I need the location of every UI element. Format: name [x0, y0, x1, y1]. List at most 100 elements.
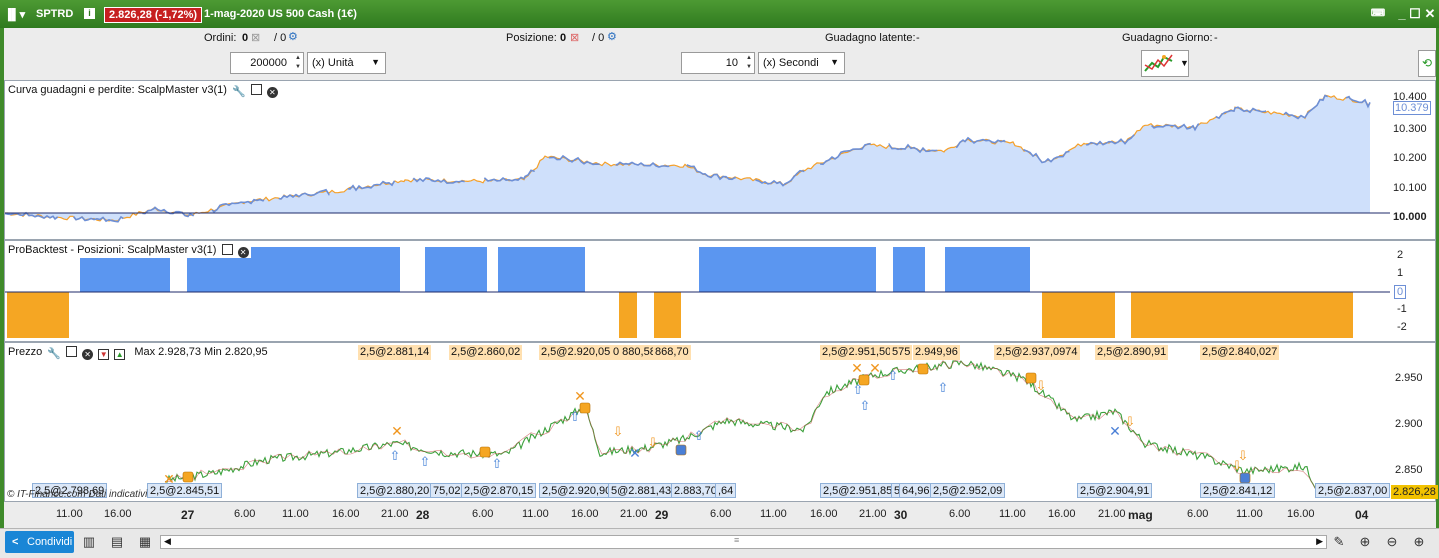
sell-trade-tag[interactable]: 868,70: [653, 345, 691, 360]
long-position-bar: [498, 247, 585, 292]
price-change-badge: 2.826,28 (-1,72%): [104, 7, 203, 23]
buy-trade-tag[interactable]: 2,5@2.951,85: [820, 483, 896, 498]
draw-tool-icon[interactable]: ✎: [1330, 533, 1348, 551]
chevron-down-icon: ▼: [371, 57, 380, 67]
quantity-input[interactable]: 200000: [230, 52, 304, 74]
time-axis: 11.00 16.00 27 6.00 11.00 16.00 21.00 28 6.00 11.…: [4, 502, 1436, 524]
sell-trade-tag[interactable]: 575: [890, 345, 913, 360]
scroll-grip-icon[interactable]: ≡: [734, 535, 739, 545]
window-icon[interactable]: [66, 346, 78, 357]
close-positions-icon[interactable]: ⊠: [570, 31, 579, 44]
window-icon[interactable]: [250, 84, 262, 95]
info-icon[interactable]: i: [84, 8, 95, 19]
sell-order-icon[interactable]: ▼: [98, 349, 110, 360]
buy-trade-tag[interactable]: 2,5@2.904,91: [1077, 483, 1153, 498]
positions-panel-title: ProBacktest - Posizioni: ScalpMaster v3(…: [8, 244, 217, 256]
cancel-orders-icon[interactable]: ⊠: [251, 31, 260, 44]
indicators-icon[interactable]: ▥: [80, 533, 98, 551]
zoom-in-icon[interactable]: ⊕: [1410, 533, 1428, 551]
buy-arrow-icon: ⇧: [888, 369, 899, 384]
orders-settings-icon[interactable]: ⚙: [288, 30, 298, 43]
time-interval-input[interactable]: 10: [681, 52, 755, 74]
time-axis-tick: 6.00: [1187, 508, 1209, 520]
buy-trade-tag[interactable]: 2.883,70: [671, 483, 720, 498]
sell-trade-tag[interactable]: 2,5@2.840,027: [1200, 345, 1280, 360]
exit-marker-icon: ✕: [851, 361, 863, 377]
short-position-bar: [619, 292, 637, 338]
positions-panel: ProBacktest - Posizioni: ScalpMaster v3(…: [4, 240, 1436, 342]
sell-trade-tag[interactable]: 0 880,58: [611, 345, 658, 360]
symbol-label[interactable]: SPTRD: [36, 8, 73, 20]
equity-axis-tick: 10.000: [1393, 211, 1427, 223]
buy-trade-tag[interactable]: ,64: [715, 483, 737, 498]
time-axis-tick: 16.00: [1287, 508, 1315, 520]
exit-marker-icon: ✕: [629, 446, 641, 462]
backtest-chart-button[interactable]: ▼: [1141, 50, 1189, 77]
close-panel-icon[interactable]: ✕: [266, 87, 278, 98]
wrench-icon[interactable]: 🔧: [47, 347, 62, 360]
buy-trade-tag[interactable]: 2,5@2.870,15: [461, 483, 537, 498]
buy-trade-tag[interactable]: 5@2.881,43: [608, 483, 675, 498]
price-chart[interactable]: ✕✕✕⇧ ⇧ ⇧⇧⇩✕⇩ ⇧✕ ✕⇧⇧⇧⇧ ⇩✕⇩⇩⇩: [5, 343, 1435, 501]
positions-label: Posizione:: [506, 32, 557, 44]
close-icon[interactable]: ✕: [1422, 6, 1438, 22]
long-position-bar: [425, 247, 487, 292]
chart-scrollbar[interactable]: ◀ ≡ ▶: [160, 535, 1327, 549]
sell-trade-tag[interactable]: 2,5@2.881,14: [358, 345, 432, 360]
wrench-icon[interactable]: 🔧: [231, 85, 246, 98]
exit-marker-icon: ✕: [869, 361, 881, 377]
buy-arrow-icon: ⇧: [420, 455, 431, 470]
zoom-fit-icon[interactable]: ⊕: [1356, 533, 1374, 551]
sell-trade-tag[interactable]: 2.949,96: [913, 345, 960, 360]
equity-axis-tick: 10.379: [1393, 101, 1431, 115]
buy-trade-tag[interactable]: 2,5@2.920,90: [539, 483, 615, 498]
data-watermark: © IT-Finance.com Dati indicativi: [7, 489, 148, 500]
positions-panel-header: ProBacktest - Posizioni: ScalpMaster v3(…: [8, 244, 251, 258]
sell-trade-tag[interactable]: 2,5@2.890,91: [1095, 345, 1169, 360]
sell-trade-tag[interactable]: 2,5@2.920,05: [539, 345, 613, 360]
exit-marker-icon: ✕: [574, 389, 586, 405]
buy-trade-tag[interactable]: 2,5@2.845,51: [147, 483, 223, 498]
equity-area: [5, 95, 1370, 221]
zoom-out-icon[interactable]: ⊖: [1383, 533, 1401, 551]
sell-arrow-icon: ⇩: [1232, 459, 1243, 474]
positions-axis-tick: -1: [1397, 303, 1407, 315]
positions-axis-tick: 0: [1394, 285, 1407, 299]
maximize-icon[interactable]: ☐: [1407, 6, 1423, 22]
entry-marker-icon: [579, 402, 591, 414]
buy-trade-tag[interactable]: 2,5@2.837,00: [1315, 483, 1391, 498]
buy-trade-tag[interactable]: 64,96: [899, 483, 933, 498]
positions-settings-icon[interactable]: ⚙: [607, 30, 617, 43]
window-icon[interactable]: [221, 244, 233, 255]
price-panel-header: Prezzo 🔧 ✕ ▼ ▲ Max 2.928,73 Min 2.820,95: [8, 346, 270, 360]
buy-trade-tag[interactable]: 75,02: [430, 483, 464, 498]
time-unit-select[interactable]: (x) Secondi ▼: [758, 52, 845, 74]
side-panel-toggle-icon[interactable]: ⟲: [1418, 50, 1436, 77]
scroll-right-icon[interactable]: ▶: [1316, 536, 1323, 547]
equity-curve-chart[interactable]: [5, 81, 1435, 239]
sell-trade-tag[interactable]: 2,5@2.951,50: [820, 345, 894, 360]
sell-trade-tag[interactable]: 2,5@2.937,0974: [994, 345, 1080, 360]
layout-icon[interactable]: ▦: [136, 533, 154, 551]
document-icon[interactable]: ▤: [108, 533, 126, 551]
trading-status-row: Ordini: 0 ⊠ / 0 ⚙ Posizione: 0 ⊠ / 0 ⚙ G…: [4, 30, 1436, 48]
buy-trade-tag[interactable]: 2,5@2.880,20: [357, 483, 433, 498]
buy-trade-tag[interactable]: 2,5@2.952,09: [930, 483, 1006, 498]
scroll-left-icon[interactable]: ◀: [164, 536, 171, 547]
buy-arrow-icon: ⇧: [853, 383, 864, 398]
buy-order-icon[interactable]: ▲: [114, 349, 126, 360]
time-axis-tick: mag: [1128, 508, 1153, 522]
time-axis-tick: 11.00: [522, 508, 549, 520]
close-panel-icon[interactable]: ✕: [82, 349, 94, 360]
time-axis-tick: 28: [416, 508, 430, 522]
close-panel-icon[interactable]: ✕: [237, 247, 249, 258]
latent-gain-value: -: [916, 32, 920, 44]
price-axis-tick: 2.826,28: [1391, 485, 1438, 499]
buy-trade-tag[interactable]: 2,5@2.841,12: [1200, 483, 1276, 498]
keyboard-icon[interactable]: ⌨: [1368, 6, 1388, 22]
share-button[interactable]: Condividi: [5, 531, 74, 553]
quantity-unit-select[interactable]: (x) Unità ▼: [307, 52, 386, 74]
sell-trade-tag[interactable]: 2,5@2.860,02: [449, 345, 523, 360]
entry-marker-icon: [917, 363, 929, 375]
chart-type-icon[interactable]: ▐▌▾: [4, 8, 25, 21]
